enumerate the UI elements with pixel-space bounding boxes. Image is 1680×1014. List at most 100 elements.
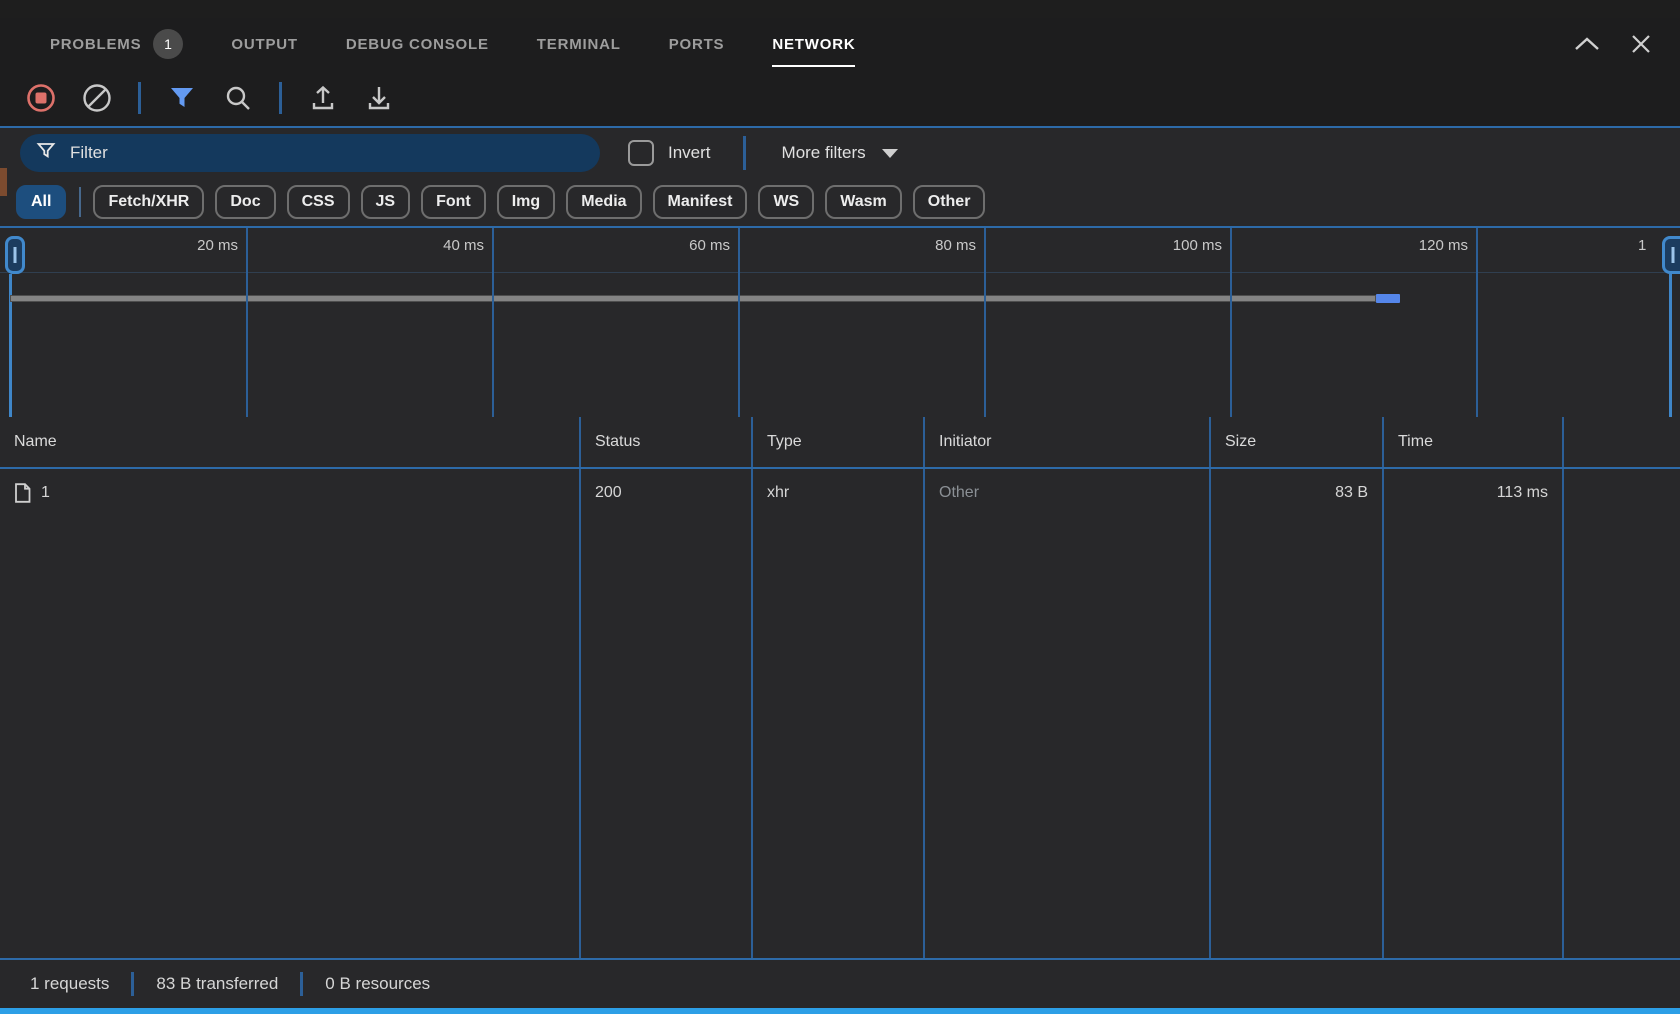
invert-checkbox[interactable] (628, 140, 654, 166)
type-chip-media[interactable]: Media (566, 185, 641, 219)
tab-debug-console[interactable]: DEBUG CONSOLE (346, 18, 489, 70)
overview-ruler-marker (0, 168, 7, 196)
toolbar-separator (279, 82, 282, 114)
tab-label: PORTS (669, 36, 725, 53)
tab-label: OUTPUT (231, 36, 297, 53)
ruler-divider (0, 272, 1680, 273)
waterfall-bar-gray (10, 295, 1376, 302)
tab-ports[interactable]: PORTS (669, 18, 725, 70)
type-chip-wasm[interactable]: Wasm (825, 185, 902, 219)
status-item-83-b-transferred: 83 B transferred (156, 974, 278, 994)
request-row-initiator[interactable]: Other (925, 469, 1209, 517)
filter-separator (743, 136, 746, 170)
chevron-up-icon[interactable] (1574, 36, 1600, 52)
panel-tabs: PROBLEMS 1 OUTPUT DEBUG CONSOLE TERMINAL PORT… (50, 18, 903, 70)
search-icon[interactable] (223, 83, 253, 113)
network-content: Invert More filters All Fetch/XHR Doc CSS JS… (0, 126, 1680, 958)
panel-bottom-accent (0, 1008, 1680, 1014)
type-chip-other[interactable]: Other (913, 185, 986, 219)
editor-strip: 20// const yourMMKVStorage = new MMKV(); (0, 0, 1680, 20)
close-icon[interactable] (1630, 33, 1652, 55)
filter-funnel-icon[interactable] (167, 83, 197, 113)
tab-network[interactable]: NETWORK (772, 18, 855, 70)
request-name-label: 1 (41, 484, 50, 502)
network-toolbar (0, 70, 1680, 126)
column-header-initiator[interactable]: Initiator (925, 417, 1211, 467)
column-header-time[interactable]: Time (1384, 417, 1564, 467)
import-har-icon[interactable] (308, 83, 338, 113)
tab-label: NETWORK (772, 36, 855, 53)
column-header-size[interactable]: Size (1211, 417, 1384, 467)
type-chip-fetch-xhr[interactable]: Fetch/XHR (93, 185, 204, 219)
file-icon (14, 483, 31, 503)
request-row-time[interactable]: 113 ms (1384, 469, 1562, 517)
request-row-status[interactable]: 200 (581, 469, 751, 517)
request-row-type[interactable]: xhr (753, 469, 923, 517)
body-gutter (1564, 469, 1680, 960)
network-panel: 20// const yourMMKVStorage = new MMKV();… (0, 0, 1680, 1014)
overview-right-edge (1669, 274, 1672, 417)
timeline-tick-60-ms: 60 ms (620, 237, 730, 254)
table-column-initiator: Other (925, 469, 1211, 960)
timeline-gridline (984, 228, 986, 417)
tab-terminal[interactable]: TERMINAL (537, 18, 621, 70)
column-header-type[interactable]: Type (753, 417, 925, 467)
timeline-overview: 1 20 ms40 ms60 ms80 ms100 ms120 ms (0, 226, 1680, 417)
request-row-size[interactable]: 83 B (1211, 469, 1382, 517)
status-separator (300, 972, 303, 996)
type-filter-chips: All Fetch/XHR Doc CSS JS Font Img Media Manifest… (0, 178, 1680, 226)
tab-output[interactable]: OUTPUT (231, 18, 297, 70)
type-chip-manifest[interactable]: Manifest (653, 185, 748, 219)
problems-badge: 1 (153, 29, 183, 59)
filter-input[interactable] (68, 142, 584, 164)
chip-separator (79, 187, 81, 217)
record-icon[interactable] (26, 83, 56, 113)
status-separator (131, 972, 134, 996)
tab-label: TERMINAL (537, 36, 621, 53)
timeline-gridline (246, 228, 248, 417)
request-row-name[interactable]: 1 (0, 469, 579, 517)
funnel-icon (36, 141, 56, 166)
type-chip-css[interactable]: CSS (287, 185, 350, 219)
type-chip-img[interactable]: Img (497, 185, 555, 219)
overview-right-handle[interactable] (1662, 236, 1680, 274)
panel-controls (1574, 18, 1652, 70)
timeline-tick-40-ms: 40 ms (374, 237, 484, 254)
type-chip-ws[interactable]: WS (758, 185, 814, 219)
tab-problems[interactable]: PROBLEMS 1 (50, 18, 183, 70)
filter-input-pill[interactable] (20, 134, 600, 172)
requests-table-header: NameStatusTypeInitiatorSizeTime (0, 417, 1680, 469)
table-column-type: xhr (753, 469, 925, 960)
type-chip-font[interactable]: Font (421, 185, 486, 219)
waterfall-bar-blue (1376, 294, 1400, 303)
invert-label: Invert (668, 143, 711, 163)
more-filters-button[interactable]: More filters (782, 143, 898, 163)
type-chip-js[interactable]: JS (361, 185, 411, 219)
table-column-status: 200 (581, 469, 753, 960)
tab-label: DEBUG CONSOLE (346, 36, 489, 53)
column-header-name[interactable]: Name (0, 417, 581, 467)
timeline-tick-100-ms: 100 ms (1112, 237, 1222, 254)
overview-left-handle[interactable] (5, 236, 25, 274)
requests-table-body: 1 200xhrOther83 B113 ms (0, 469, 1680, 960)
table-column-size: 83 B (1211, 469, 1384, 960)
timeline-gridline (492, 228, 494, 417)
type-chip-doc[interactable]: Doc (215, 185, 275, 219)
caret-down-icon (882, 149, 898, 158)
timeline-gridline (1230, 228, 1232, 417)
header-gutter (1564, 417, 1680, 467)
toolbar-separator (138, 82, 141, 114)
table-column-time: 113 ms (1384, 469, 1564, 960)
network-statusbar: 1 requests83 B transferred0 B resources (0, 958, 1680, 1008)
panel-tabbar: PROBLEMS 1 OUTPUT DEBUG CONSOLE TERMINAL PORT… (0, 18, 1680, 70)
clear-icon[interactable] (82, 83, 112, 113)
timeline-gridline (1476, 228, 1478, 417)
timeline-tick-80-ms: 80 ms (866, 237, 976, 254)
tab-label: PROBLEMS (50, 36, 141, 53)
status-item-0-b-resources: 0 B resources (325, 974, 430, 994)
timeline-tick-120-ms: 120 ms (1358, 237, 1468, 254)
table-column-name: 1 (0, 469, 581, 960)
export-har-icon[interactable] (364, 83, 394, 113)
type-chip-all[interactable]: All (16, 185, 66, 219)
column-header-status[interactable]: Status (581, 417, 753, 467)
